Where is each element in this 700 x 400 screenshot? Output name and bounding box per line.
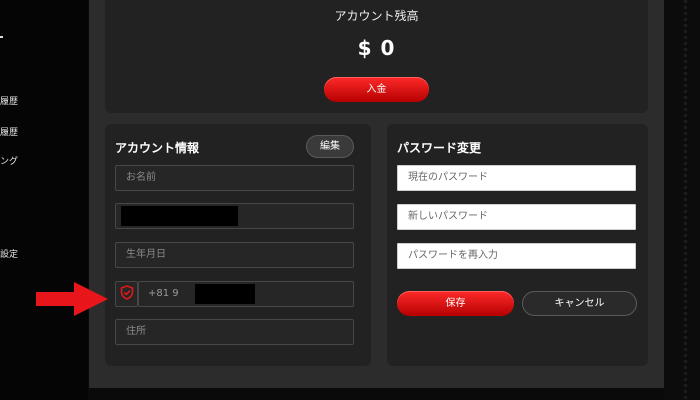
name-field[interactable]: お名前	[115, 165, 354, 191]
birthdate-field[interactable]: 生年月日	[115, 242, 354, 268]
balance-title: アカウント残高	[334, 9, 419, 23]
shield-check-icon	[120, 284, 134, 304]
deposit-button[interactable]: 入金	[324, 77, 429, 102]
sidebar: 履歴 履歴 ング 設定	[0, 0, 88, 400]
sidebar-fragment	[0, 36, 3, 38]
new-password-field[interactable]: 新しいパスワード	[397, 204, 636, 230]
confirm-password-field[interactable]: パスワードを再入力	[397, 243, 636, 269]
red-arrow-icon	[36, 282, 108, 320]
balance-card: アカウント残高 $ 0 入金	[105, 0, 648, 113]
password-change-card: パスワード変更 現在のパスワード 新しいパスワード パスワードを再入力 保存 キ…	[387, 124, 648, 366]
scrollbar-track	[684, 0, 687, 400]
balance-amount: $ 0	[357, 36, 396, 60]
sidebar-item-history-2[interactable]: 履歴	[0, 125, 18, 138]
redacted-value	[121, 206, 238, 226]
current-password-field[interactable]: 現在のパスワード	[397, 165, 636, 191]
sidebar-item-ranking[interactable]: ング	[0, 154, 18, 167]
main-panel: アカウント残高 $ 0 入金 アカウント情報 編集 お名前 生年月日 +81 9…	[89, 0, 664, 388]
scrollbar[interactable]	[664, 0, 700, 400]
password-change-title: パスワード変更	[397, 141, 482, 155]
redacted-phone	[195, 284, 255, 304]
phone-field[interactable]: +81 9	[138, 281, 354, 307]
phone-verify-box	[115, 281, 138, 307]
edit-button[interactable]: 編集	[306, 135, 354, 158]
sidebar-item-settings[interactable]: 設定	[0, 247, 18, 260]
save-button[interactable]: 保存	[397, 291, 514, 316]
account-info-title: アカウント情報	[115, 141, 200, 155]
email-field[interactable]	[115, 203, 354, 229]
phone-prefix: +81 9	[148, 288, 179, 299]
address-field[interactable]: 住所	[115, 319, 354, 345]
cancel-button[interactable]: キャンセル	[522, 291, 637, 316]
account-info-card: アカウント情報 編集 お名前 生年月日 +81 9 住所	[105, 124, 371, 366]
sidebar-item-history-1[interactable]: 履歴	[0, 94, 18, 107]
